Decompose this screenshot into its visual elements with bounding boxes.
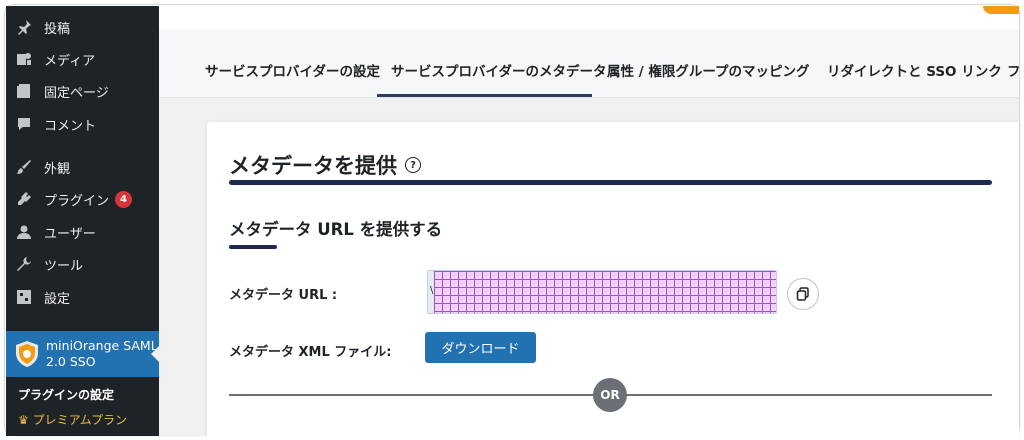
tab-attribute-mapping[interactable]: 属性 / 権限グループのマッピング xyxy=(607,60,810,80)
copy-icon xyxy=(796,287,809,301)
section-title: メタデータ URL を提供する xyxy=(229,220,443,239)
sidebar-item-label: プラグイン xyxy=(44,193,110,209)
sidebar-item-posts[interactable]: 投稿 xyxy=(6,12,159,42)
submenu-plugin-settings[interactable]: プラグインの設定 xyxy=(18,386,114,403)
pin-icon xyxy=(14,17,34,37)
appearance-icon xyxy=(14,157,34,177)
tab-redirect-sso-links[interactable]: リダイレクトと SSO リンク xyxy=(827,60,1002,80)
comment-icon xyxy=(14,114,34,134)
top-bar xyxy=(159,6,1019,30)
admin-sidebar: 投稿 メディア 固定ページ コメント 外観 プラグイン 4 ユーザー ツール 設… xyxy=(6,6,159,436)
metadata-url-label: メタデータ URL : xyxy=(229,288,338,303)
sidebar-item-plugins[interactable]: プラグイン 4 xyxy=(6,184,159,214)
orange-tab-edge xyxy=(983,6,1019,14)
main-content: サービスプロバイダーの設定 サービスプロバイダーのメタデータ 属性 / 権限グル… xyxy=(159,6,1021,440)
media-icon xyxy=(14,49,34,69)
active-tab-indicator xyxy=(377,94,592,97)
sidebar-item-label: 投稿 xyxy=(44,21,71,37)
sidebar-item-comments[interactable]: コメント xyxy=(6,109,159,139)
plugin-update-badge: 4 xyxy=(115,190,133,208)
section-divider xyxy=(229,245,277,249)
sidebar-item-settings[interactable]: 設定 xyxy=(6,282,159,312)
tab-next-partial[interactable]: フ xyxy=(1007,60,1021,80)
plugin-name-line2: 2.0 SSO xyxy=(46,354,96,369)
card-title: メタデータを提供 ? xyxy=(229,150,421,180)
tab-sp-metadata[interactable]: サービスプロバイダーのメタデータ xyxy=(391,60,606,80)
or-badge: OR xyxy=(593,378,627,412)
sidebar-item-appearance[interactable]: 外観 xyxy=(6,152,159,182)
sidebar-item-miniorange-saml[interactable]: miniOrange SAML 2.0 SSO xyxy=(6,331,159,377)
redacted-url-overlay xyxy=(434,271,776,313)
sidebar-item-media[interactable]: メディア xyxy=(6,44,159,74)
plugin-icon xyxy=(14,189,34,209)
settings-icon xyxy=(14,287,34,307)
sidebar-item-label: 外観 xyxy=(44,161,71,177)
copy-url-button[interactable] xyxy=(787,278,819,310)
help-icon[interactable]: ? xyxy=(405,157,421,173)
plugin-name-line1: miniOrange SAML xyxy=(46,338,158,353)
user-icon xyxy=(14,222,34,242)
sidebar-item-label: ユーザー xyxy=(44,226,96,242)
metadata-xml-label: メタデータ XML ファイル: xyxy=(229,345,392,360)
sidebar-item-users[interactable]: ユーザー xyxy=(6,217,159,247)
miniorange-shield-icon xyxy=(16,341,38,367)
submenu-premium-plan[interactable]: ♛ プレミアムプラン xyxy=(18,411,127,428)
sidebar-item-pages[interactable]: 固定ページ xyxy=(6,76,159,106)
sidebar-item-tools[interactable]: ツール xyxy=(6,249,159,279)
title-divider xyxy=(229,180,992,185)
sidebar-item-label: メディア xyxy=(44,53,96,69)
card-title-text: メタデータを提供 xyxy=(229,154,397,178)
sidebar-item-label: 固定ページ xyxy=(44,85,109,101)
sidebar-item-label: ツール xyxy=(44,258,84,274)
metadata-card: メタデータを提供 ? メタデータ URL を提供する メタデータ URL : \… xyxy=(207,122,1019,440)
wrench-icon xyxy=(14,254,34,274)
tab-sp-settings[interactable]: サービスプロバイダーの設定 xyxy=(205,60,380,80)
sidebar-item-label: コメント xyxy=(44,118,97,134)
page-icon xyxy=(14,81,34,101)
metadata-url-field[interactable]: \ xyxy=(427,270,777,314)
tab-bar: サービスプロバイダーの設定 サービスプロバイダーのメタデータ 属性 / 権限グル… xyxy=(159,30,1021,98)
metadata-url-value: \ xyxy=(430,285,434,296)
download-button[interactable]: ダウンロード xyxy=(425,332,536,363)
sidebar-item-label: 設定 xyxy=(44,291,71,307)
